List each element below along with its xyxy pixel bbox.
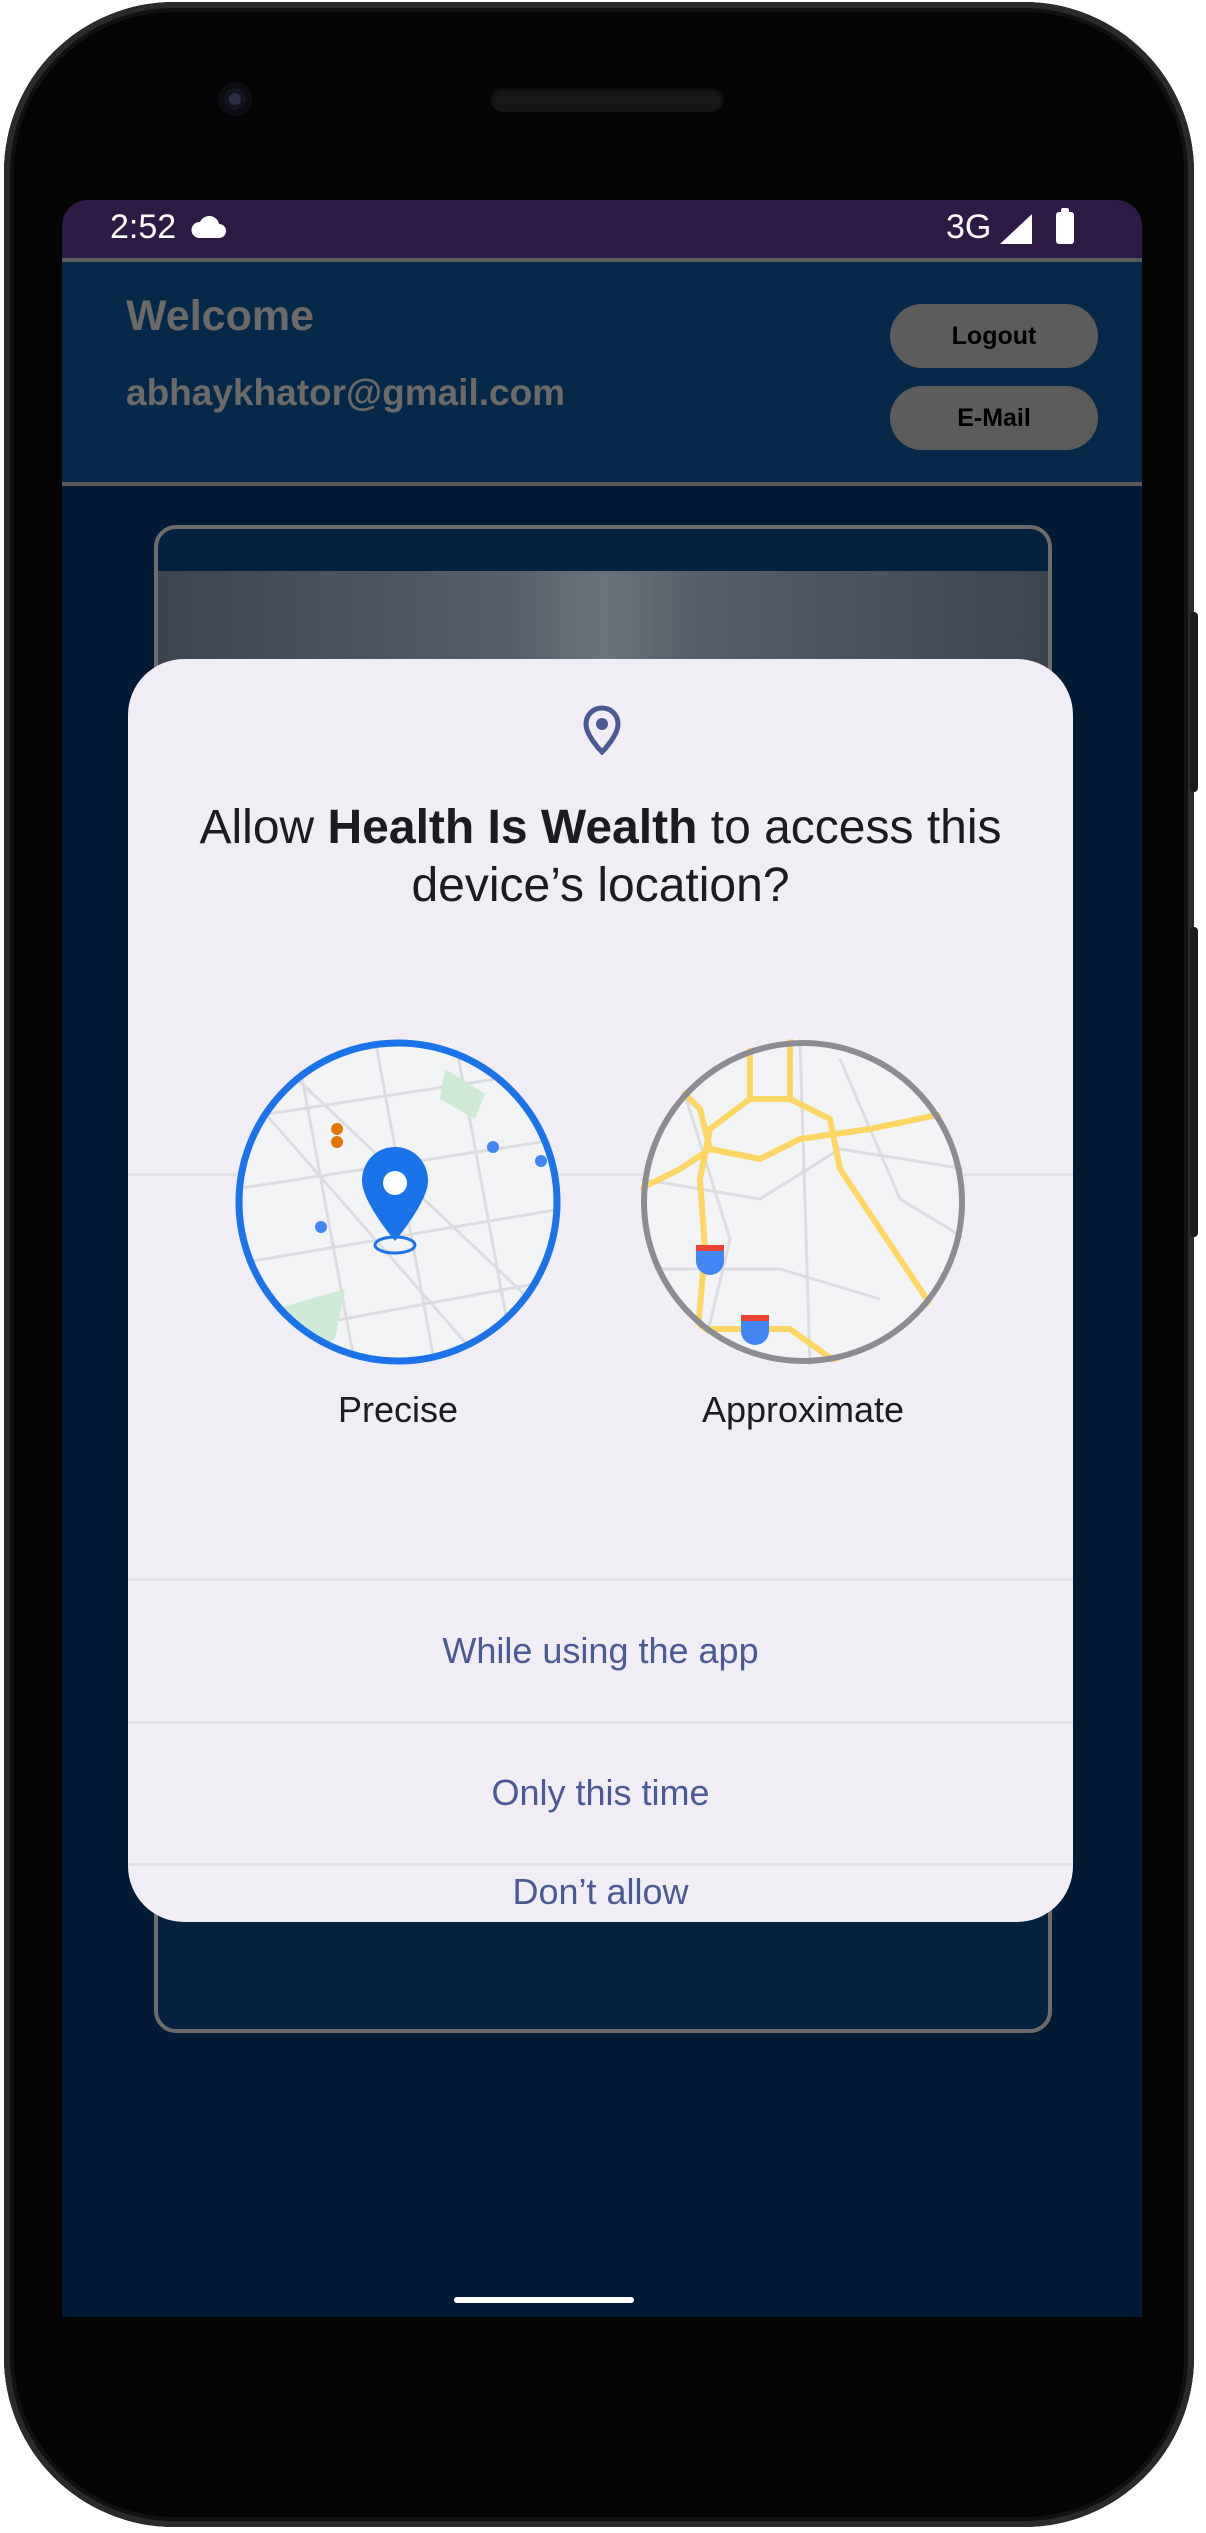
phone-frame: 2:52 3G Welcome abhaykhator@gmail.com Lo… bbox=[4, 2, 1198, 2527]
screen: 2:52 3G Welcome abhaykhator@gmail.com Lo… bbox=[62, 200, 1142, 2317]
title-prefix: Allow bbox=[199, 801, 328, 854]
cloud-icon bbox=[190, 215, 226, 245]
network-type: 3G bbox=[946, 208, 992, 246]
home-gesture-bar[interactable] bbox=[454, 2297, 634, 2303]
app-name: Health Is Wealth bbox=[327, 801, 698, 854]
precise-option-map[interactable] bbox=[235, 1039, 561, 1365]
email-button[interactable]: E-Mail bbox=[890, 386, 1098, 450]
approximate-label[interactable]: Approximate bbox=[623, 1389, 983, 1431]
user-email: abhaykhator@gmail.com bbox=[126, 372, 566, 413]
power-button bbox=[1190, 612, 1198, 792]
precise-label[interactable]: Precise bbox=[218, 1389, 578, 1431]
dont-allow-button[interactable]: Don’t allow bbox=[128, 1866, 1073, 1922]
while-using-app-button[interactable]: While using the app bbox=[128, 1581, 1073, 1721]
signal-icon bbox=[1000, 214, 1034, 249]
status-bar: 2:52 3G bbox=[62, 200, 1142, 258]
dialog-title: Allow Health Is Wealth to access this de… bbox=[168, 799, 1033, 915]
logout-button[interactable]: Logout bbox=[890, 304, 1098, 368]
location-permission-dialog: Allow Health Is Wealth to access this de… bbox=[128, 659, 1073, 1922]
volume-button bbox=[1190, 927, 1198, 1237]
dont-allow-label: Don’t allow bbox=[512, 1871, 689, 1912]
front-camera bbox=[218, 82, 252, 116]
earpiece-speaker bbox=[490, 86, 724, 112]
only-this-time-button[interactable]: Only this time bbox=[128, 1723, 1073, 1863]
app-header: Welcome abhaykhator@gmail.com Logout E-M… bbox=[62, 258, 1142, 486]
battery-icon bbox=[1056, 208, 1074, 244]
welcome-heading: Welcome bbox=[126, 292, 314, 340]
status-time: 2:52 bbox=[110, 208, 177, 246]
approximate-option-map[interactable] bbox=[640, 1039, 966, 1365]
location-pin-icon bbox=[583, 705, 621, 760]
